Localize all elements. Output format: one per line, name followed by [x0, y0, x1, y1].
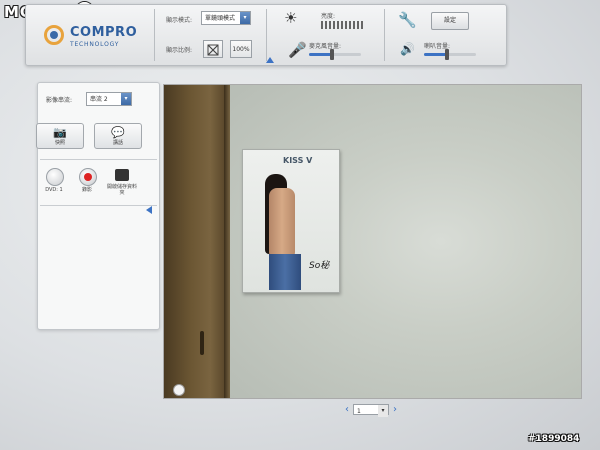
image-id-stamp: #1899084 [528, 434, 580, 444]
top-toolbar: COMPRO TECHNOLOGY 顯示模式: 單鏡頭模式 ▾ 顯示比例: 10… [25, 4, 507, 66]
source-select[interactable]: 串流 2 ▾ [86, 92, 132, 106]
brand-name: COMPRO [70, 25, 138, 40]
compro-logo-mark-icon [44, 25, 64, 45]
display-mode-label: 顯示模式: [166, 17, 193, 24]
chevron-down-icon: ▾ [240, 12, 250, 24]
brand-tagline: TECHNOLOGY [70, 41, 120, 48]
panel-divider [40, 205, 157, 206]
speaker-volume-thumb[interactable] [445, 49, 450, 60]
speaker-icon: 🔊 [400, 42, 415, 56]
dvd-button[interactable] [46, 168, 64, 186]
mic-volume-thumb[interactable] [330, 49, 335, 60]
source-label: 影像串流: [46, 97, 73, 104]
video-poster: KISS V So秘 [242, 149, 340, 293]
compro-logo: COMPRO TECHNOLOGY [44, 23, 154, 53]
prev-page-button[interactable]: ‹ [345, 404, 349, 416]
video-door [164, 85, 230, 398]
poster-figure [269, 188, 295, 260]
door-handle [200, 331, 204, 355]
panel-divider [40, 159, 157, 160]
page-select[interactable]: 1 ▾ [353, 404, 389, 417]
record-label: 錄影 [81, 187, 92, 193]
control-panel: 影像串流: 串流 2 ▾ 📷 快照 💬 講話 DVD: 1 錄影 開啟儲存資料夾 [36, 82, 160, 330]
poster-signature: So秘 [309, 261, 330, 271]
toolbar-divider [154, 9, 155, 61]
mic-volume-fill [309, 53, 333, 56]
collapse-toolbar-icon[interactable] [266, 57, 274, 63]
microphone-icon: 🎤 [288, 41, 307, 59]
chevron-down-icon: ▾ [121, 93, 131, 105]
toolbar-divider [384, 9, 385, 61]
video-status-dot [173, 384, 185, 396]
mic-volume-label: 麥克風音量: [309, 43, 342, 50]
chevron-down-icon: ▾ [378, 405, 388, 417]
settings-button[interactable]: 設定 [431, 12, 469, 30]
camera-icon: 📷 [53, 126, 67, 139]
poster-jeans [269, 254, 301, 290]
zoom-100-button[interactable]: 100% [230, 40, 252, 58]
display-mode-select[interactable]: 單鏡頭模式 ▾ [201, 11, 251, 25]
brightness-icon: ☀ [284, 9, 298, 27]
speech-bubble-icon: 💬 [111, 126, 125, 139]
speaker-volume-slider[interactable] [424, 49, 476, 60]
open-folder-label: 開啟儲存資料夾 [106, 184, 137, 196]
display-ratio-label: 顯示比例: [166, 47, 193, 54]
brightness-slider[interactable] [321, 21, 363, 31]
snapshot-button[interactable]: 📷 快照 [36, 123, 84, 149]
toolbar-divider [266, 9, 267, 61]
video-view[interactable]: KISS V So秘 [163, 84, 582, 399]
folder-icon[interactable] [115, 169, 129, 181]
next-page-button[interactable]: › [393, 404, 397, 416]
talk-button[interactable]: 💬 講話 [94, 123, 142, 149]
dvd-label: DVD: 1 [45, 187, 63, 193]
record-button[interactable] [79, 168, 97, 186]
collapse-panel-icon[interactable] [146, 206, 152, 214]
fit-screen-icon [207, 44, 219, 56]
fit-screen-button[interactable] [203, 40, 223, 58]
mic-volume-slider[interactable] [309, 49, 361, 60]
speaker-volume-fill [424, 53, 448, 56]
brightness-label: 亮度: [321, 13, 336, 20]
tools-icon[interactable]: 🔧 [398, 13, 417, 28]
poster-title: KISS V [283, 156, 313, 165]
